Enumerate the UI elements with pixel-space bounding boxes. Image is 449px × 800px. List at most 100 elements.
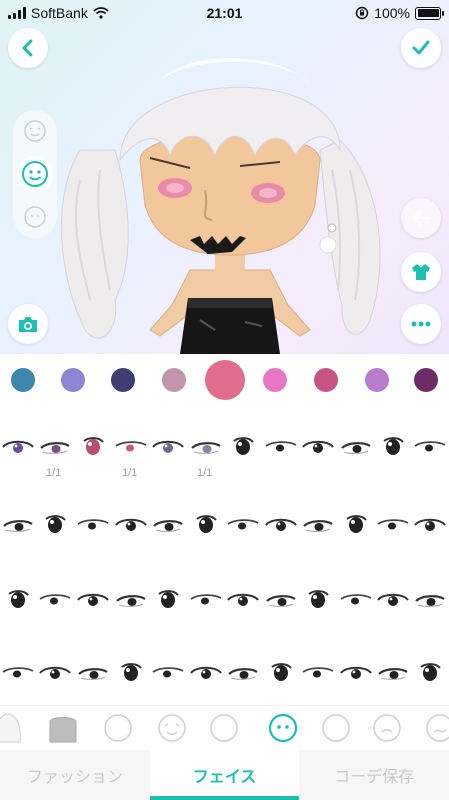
outfit-button[interactable]: [401, 252, 441, 292]
face-shape-icon[interactable]: [371, 712, 403, 744]
confirm-button[interactable]: [401, 28, 441, 68]
face-shape-icon[interactable]: [102, 712, 134, 744]
camera-button[interactable]: [8, 304, 48, 344]
eye-option[interactable]: [150, 662, 186, 684]
color-swatch[interactable]: [162, 368, 186, 392]
eye-option[interactable]: [75, 662, 111, 684]
eye-icon: [303, 520, 333, 532]
eye-icon: [121, 663, 142, 681]
face-neutral-icon: [22, 160, 48, 187]
eye-option[interactable]: [412, 436, 448, 458]
eye-icon: [78, 668, 108, 680]
eye-option[interactable]: [412, 662, 448, 684]
chevron-left-icon: [22, 39, 33, 57]
eye-icon: [308, 590, 329, 608]
eye-option[interactable]: [0, 662, 36, 684]
eye-option[interactable]: [263, 662, 299, 684]
eye-option[interactable]: [300, 514, 336, 536]
eye-option[interactable]: [37, 514, 73, 536]
arrow-left-button[interactable]: [401, 198, 441, 238]
eye-option[interactable]: [113, 589, 149, 611]
tab-save-coord[interactable]: コーデ保存: [299, 750, 449, 800]
eye-icon: [340, 594, 372, 605]
face-shape-icon[interactable]: [47, 712, 79, 744]
eye-option[interactable]: [150, 514, 186, 536]
eye-option[interactable]: [300, 589, 336, 611]
eye-option[interactable]: [150, 436, 186, 458]
eye-option[interactable]: [338, 436, 374, 458]
eye-option[interactable]: [113, 514, 149, 536]
eye-option[interactable]: [0, 514, 36, 536]
color-swatch[interactable]: [414, 368, 438, 392]
eye-option[interactable]: [188, 589, 224, 611]
color-swatch[interactable]: [263, 368, 287, 392]
eye-option[interactable]: [37, 436, 73, 458]
eye-icon: [383, 437, 404, 455]
eye-option[interactable]: [0, 589, 36, 611]
eye-option[interactable]: [188, 514, 224, 536]
eye-option[interactable]: [0, 436, 36, 458]
eye-option[interactable]: [75, 589, 111, 611]
eye-option[interactable]: [338, 662, 374, 684]
eye-option[interactable]: [338, 589, 374, 611]
eye-option[interactable]: [263, 436, 299, 458]
battery-percent: 100%: [374, 5, 410, 21]
eye-icon: [302, 667, 334, 678]
eye-option[interactable]: [375, 436, 411, 458]
color-swatch[interactable]: [61, 368, 85, 392]
eye-option[interactable]: [37, 662, 73, 684]
eye-option[interactable]: [225, 662, 261, 684]
color-palette: [0, 354, 449, 406]
more-button[interactable]: [401, 304, 441, 344]
face-option-neutral[interactable]: [17, 155, 53, 192]
eye-option[interactable]: [263, 514, 299, 536]
eye-option[interactable]: [188, 436, 224, 458]
eye-icon: [115, 441, 147, 452]
eye-icon: [8, 590, 29, 608]
tab-face[interactable]: フェイス: [149, 750, 300, 800]
eye-option[interactable]: [375, 662, 411, 684]
face-option-happy[interactable]: [17, 113, 53, 149]
eye-option[interactable]: [225, 514, 261, 536]
eye-option[interactable]: [113, 662, 149, 684]
back-button[interactable]: [8, 28, 48, 68]
face-shape-icon[interactable]: [320, 712, 352, 744]
eye-option[interactable]: [263, 589, 299, 611]
eye-option[interactable]: [412, 514, 448, 536]
eye-option[interactable]: [75, 514, 111, 536]
eye-icon: [341, 442, 371, 454]
eye-option[interactable]: [375, 589, 411, 611]
eye-option[interactable]: [150, 589, 186, 611]
eye-icon: [302, 440, 334, 453]
face-shape-icon[interactable]: [0, 712, 24, 744]
checkmark-icon: [412, 40, 430, 55]
tab-fashion[interactable]: ファッション: [0, 750, 150, 800]
eye-option[interactable]: [375, 514, 411, 536]
eye-icon: [266, 595, 296, 607]
eye-option[interactable]: [225, 436, 261, 458]
color-swatch-selected[interactable]: [205, 360, 245, 400]
eye-option[interactable]: [338, 514, 374, 536]
eye-icon: [196, 515, 217, 533]
color-swatch[interactable]: [111, 368, 135, 392]
more-dots-icon: [411, 321, 431, 327]
face-shape-icon[interactable]: [424, 712, 449, 744]
color-swatch[interactable]: [365, 368, 389, 392]
eye-option[interactable]: [300, 662, 336, 684]
eye-option[interactable]: [113, 436, 149, 458]
color-swatch[interactable]: [11, 368, 35, 392]
eye-icon: [115, 518, 147, 531]
eye-option[interactable]: [225, 589, 261, 611]
eye-icon: [77, 519, 109, 530]
eye-option[interactable]: [188, 662, 224, 684]
face-shape-icon[interactable]: [156, 712, 188, 744]
eye-option[interactable]: [37, 589, 73, 611]
face-option-plain[interactable]: [17, 199, 53, 235]
face-shape-selected-icon[interactable]: [267, 712, 299, 744]
eye-option[interactable]: [300, 436, 336, 458]
color-swatch[interactable]: [314, 368, 338, 392]
eye-option[interactable]: [75, 436, 111, 458]
face-shape-icon[interactable]: [208, 712, 240, 744]
eye-icon: [40, 442, 70, 454]
eye-option[interactable]: [412, 589, 448, 611]
